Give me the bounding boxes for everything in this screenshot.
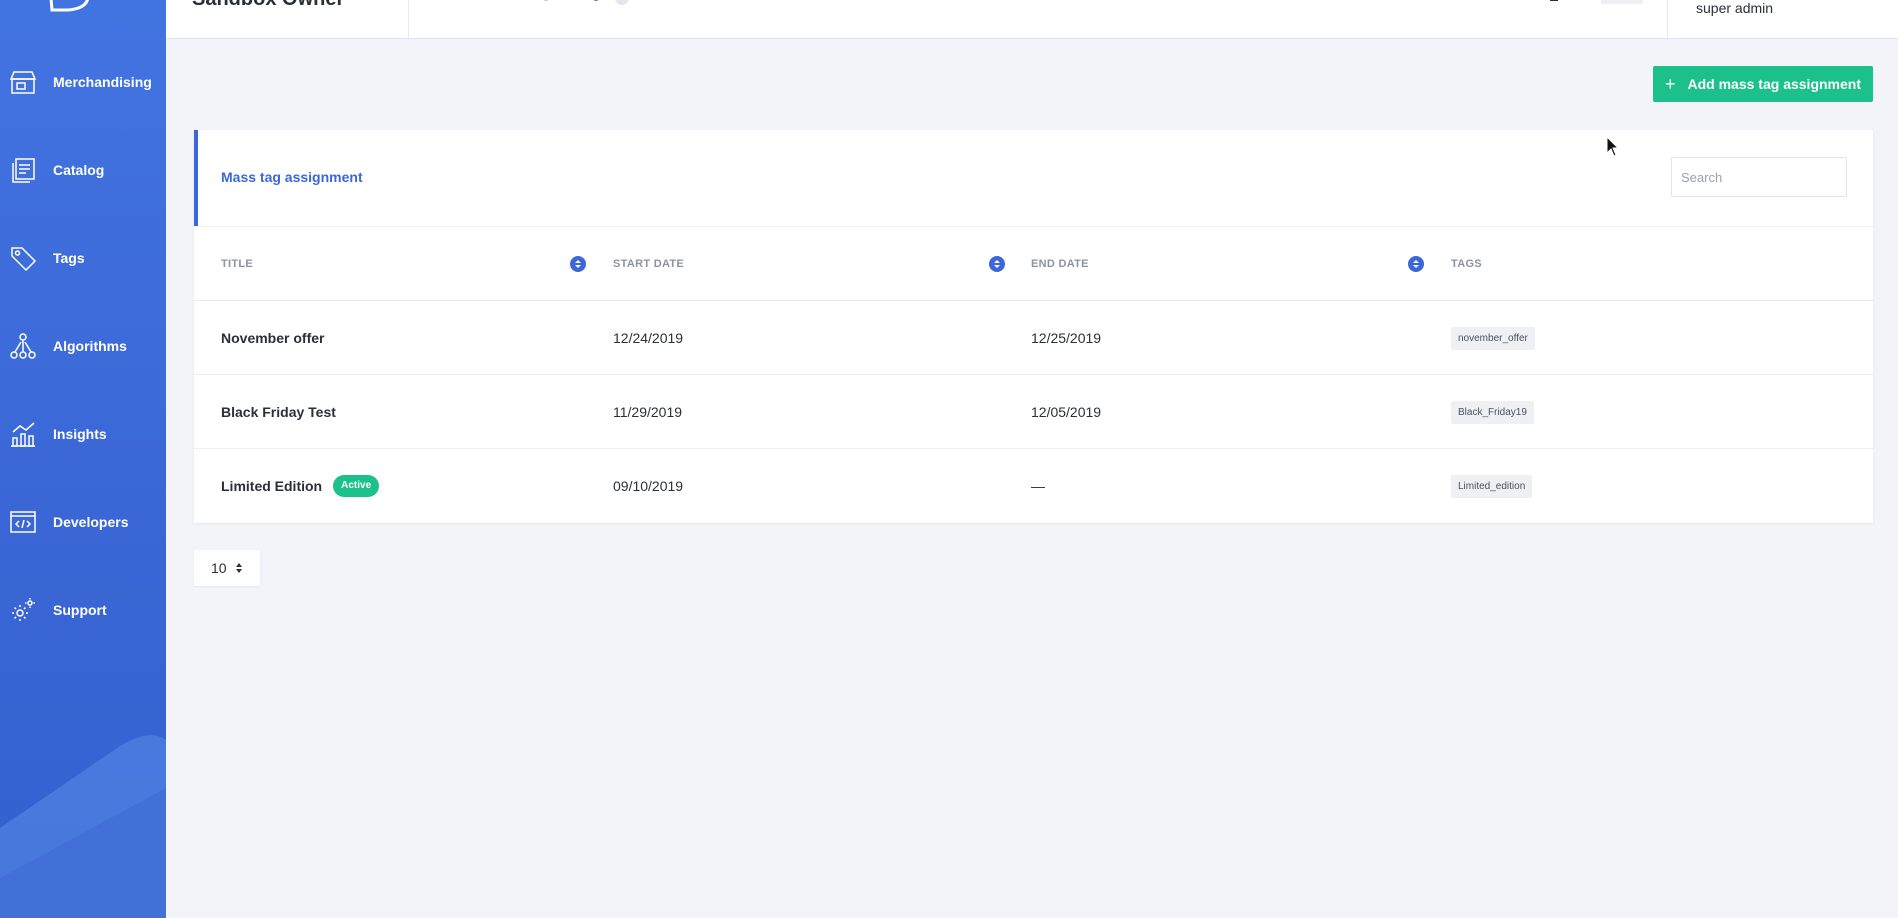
sidebar-item-support[interactable]: Support (0, 584, 166, 636)
catalog-icon (12, 158, 35, 183)
plus-icon: + (1664, 73, 1676, 94)
row-end-date: 12/05/2019 (1031, 404, 1102, 420)
row-tags: november_offer (1451, 301, 1535, 375)
row-start-date: 12/24/2019 (613, 330, 684, 346)
sidebar-item-label: Insights (53, 426, 107, 442)
sidebar-decoration (0, 735, 166, 918)
row-start-date: 09/10/2019 (613, 478, 684, 494)
sidebar-item-label: Developers (53, 514, 129, 530)
sidebar-item-label: Merchandising (53, 74, 152, 90)
card-title: Mass tag assignment (221, 169, 363, 185)
column-header-title[interactable]: TITLE (221, 227, 253, 301)
sidebar-item-catalog[interactable]: Catalog (0, 144, 166, 196)
logo-icon[interactable] (46, 0, 92, 14)
row-start-date: 11/29/2019 (613, 404, 683, 420)
gear-icon (12, 598, 35, 621)
row-tags: Black_Friday19 (1451, 375, 1534, 449)
status-badge: Active (333, 475, 380, 497)
tag-chip: november_offer (1451, 326, 1535, 350)
page-size-select[interactable]: 10 (194, 550, 260, 586)
add-button-label: Add mass tag assignment (1687, 76, 1862, 92)
tag-chip: Black_Friday19 (1451, 400, 1534, 424)
mouse-cursor-icon (1606, 136, 1620, 157)
code-icon (10, 511, 36, 533)
sidebar-item-tags[interactable]: Tags (0, 232, 166, 284)
sort-icon[interactable] (570, 256, 586, 272)
search-input[interactable] (1671, 157, 1847, 197)
sidebar: Merchandising Catalog Tags Algorithms In… (0, 0, 166, 918)
column-header-start-date[interactable]: START DATE (613, 227, 684, 301)
mass-tag-assignment-card: Mass tag assignment TITLE START DATE END… (194, 130, 1873, 523)
store-icon (9, 71, 37, 94)
top-bar: Sandbox Owner super admin (166, 0, 1898, 39)
language-switch[interactable] (1601, 0, 1643, 4)
page-size-value: 10 (211, 560, 227, 576)
sort-icon[interactable] (1408, 256, 1424, 272)
row-title-cell: Limited Edition Active (221, 449, 380, 523)
sort-icon[interactable] (989, 256, 1005, 272)
tag-icon (11, 247, 37, 272)
breadcrumb-decoration (543, 0, 629, 5)
table-header: TITLE START DATE END DATE TAGS (194, 226, 1873, 301)
row-end-date: — (1031, 478, 1045, 494)
sidebar-item-label: Catalog (53, 162, 105, 178)
table-row[interactable]: Black Friday Test 11/29/2019 12/05/2019 … (194, 375, 1873, 449)
sidebar-item-insights[interactable]: Insights (0, 408, 166, 460)
column-header-end-date[interactable]: END DATE (1031, 227, 1089, 301)
card-header: Mass tag assignment (194, 130, 1873, 226)
sidebar-item-merchandising[interactable]: Merchandising (0, 56, 166, 108)
sidebar-item-algorithms[interactable]: Algorithms (0, 320, 166, 372)
notification-icon[interactable] (1546, 0, 1562, 8)
add-mass-tag-assignment-button[interactable]: + Add mass tag assignment (1653, 66, 1873, 102)
tag-chip: Limited_edition (1451, 474, 1533, 498)
user-role[interactable]: super admin (1696, 0, 1773, 16)
divider (408, 0, 409, 38)
row-tags: Limited_edition (1451, 449, 1533, 523)
divider (1667, 0, 1668, 38)
chart-icon (11, 422, 35, 447)
row-title[interactable]: November offer (221, 301, 324, 375)
row-title[interactable]: Black Friday Test (221, 375, 336, 449)
row-end-date: 12/25/2019 (1031, 330, 1102, 346)
row-title[interactable]: Limited Edition (221, 478, 322, 494)
table-row[interactable]: November offer 12/24/2019 12/25/2019 nov… (194, 301, 1873, 375)
column-header-tags: TAGS (1451, 258, 1482, 270)
sidebar-item-developers[interactable]: Developers (0, 496, 166, 548)
algorithm-icon (10, 333, 36, 359)
select-arrows-icon (235, 563, 242, 573)
sidebar-item-label: Tags (53, 250, 85, 266)
app-title[interactable]: Sandbox Owner (192, 0, 344, 11)
sidebar-item-label: Algorithms (53, 338, 127, 354)
table-row[interactable]: Limited Edition Active 09/10/2019 — Limi… (194, 449, 1873, 523)
sidebar-item-label: Support (53, 602, 107, 618)
